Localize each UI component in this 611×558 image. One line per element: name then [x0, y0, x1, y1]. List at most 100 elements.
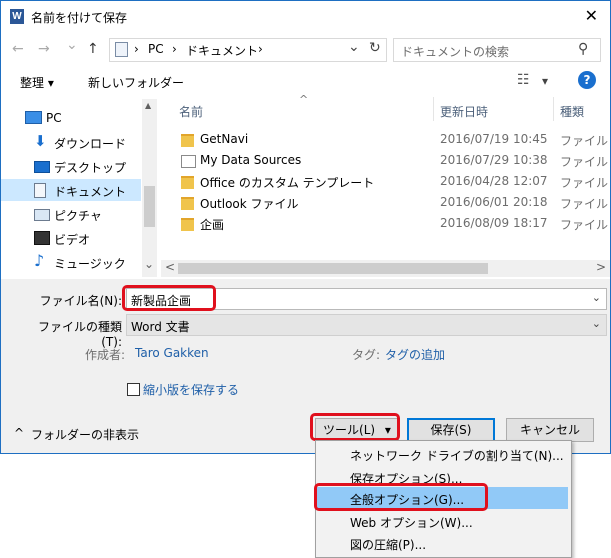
file-name: Outlook ファイル: [200, 197, 299, 211]
thumbnail-checkbox[interactable]: [127, 383, 140, 396]
new-folder-button[interactable]: 新しいフォルダー: [88, 74, 184, 91]
up-icon[interactable]: ↑: [87, 41, 99, 57]
file-type: ファイル フォ: [560, 218, 610, 232]
organize-button[interactable]: 整理 ▾: [20, 74, 54, 91]
documents-icon: [34, 183, 46, 198]
forward-icon[interactable]: →: [38, 41, 50, 57]
sidebar-item-music[interactable]: ♪ ミュージック: [1, 251, 141, 273]
sidebar-item-documents[interactable]: ドキュメント: [1, 179, 141, 201]
address-bar[interactable]: › PC › ドキュメント › ⌄ ↻: [109, 38, 387, 62]
close-icon[interactable]: ✕: [585, 6, 598, 25]
scroll-left-icon[interactable]: <: [165, 260, 175, 274]
column-divider[interactable]: [433, 97, 434, 121]
desktop-icon: [34, 161, 50, 173]
author-value[interactable]: Taro Gakken: [135, 346, 209, 360]
sidebar-item-label: ピクチャ: [54, 209, 102, 223]
breadcrumb-sep: ›: [134, 42, 139, 56]
column-header-date[interactable]: 更新日時: [440, 103, 488, 120]
tags-label: タグ:: [352, 348, 381, 362]
filetype-label: ファイルの種類(T):: [37, 320, 122, 349]
sidebar-item-desktop[interactable]: デスクトップ: [1, 155, 141, 177]
file-date: 2016/07/19 10:45: [440, 132, 548, 146]
back-icon[interactable]: ←: [12, 41, 24, 57]
search-icon[interactable]: ⚲: [578, 41, 588, 57]
address-dropdown-icon[interactable]: ⌄: [348, 39, 360, 55]
filetype-value: Word 文書: [131, 320, 190, 334]
file-name: My Data Sources: [200, 153, 302, 167]
file-date: 2016/07/29 10:38: [440, 153, 548, 167]
sidebar-scroll-thumb[interactable]: [144, 186, 155, 227]
breadcrumb-sep: ›: [258, 42, 263, 56]
search-input[interactable]: ドキュメントの検索: [401, 43, 509, 60]
pictures-icon: [34, 209, 50, 221]
chevron-down-icon[interactable]: ⌄: [592, 317, 601, 330]
general-options-highlight: [314, 483, 488, 511]
menu-item-map-network-drive[interactable]: ネットワーク ドライブの割り当て(N)...: [317, 443, 568, 465]
sidebar-item-label: ビデオ: [54, 233, 91, 247]
author-label: 作成者:: [85, 348, 126, 362]
file-type: ファイル フォ: [560, 176, 610, 190]
save-form: ファイル名(N): 新製品企画 ⌄ ファイルの種類(T): Word 文書 ⌄ …: [1, 279, 610, 453]
filename-highlight: [122, 285, 216, 311]
column-header-type[interactable]: 種類: [560, 103, 584, 120]
breadcrumb-sep: ›: [172, 42, 177, 56]
view-options-icon[interactable]: ☷: [517, 72, 530, 88]
filetype-select[interactable]: Word 文書 ⌄: [126, 314, 607, 336]
file-date: 2016/08/09 18:17: [440, 216, 548, 230]
scroll-up-icon[interactable]: ▲: [145, 101, 151, 110]
chevron-down-icon[interactable]: ⌄: [592, 291, 601, 304]
menu-item-web-options[interactable]: Web オプション(W)...: [317, 510, 568, 532]
sidebar-item-pictures[interactable]: ピクチャ: [1, 203, 141, 225]
file-row[interactable]: Office のカスタム テンプレート 2016/04/28 12:07 ファイ…: [161, 171, 610, 192]
navigation-pane: PC ⬇ ダウンロード デスクトップ ドキュメント ピクチャ ビデオ ♪ ミュー…: [1, 99, 157, 277]
file-type: ファイル フォ: [560, 155, 610, 169]
cancel-button[interactable]: キャンセル: [506, 418, 594, 442]
column-divider[interactable]: [553, 97, 554, 121]
music-icon: ♪: [34, 251, 45, 270]
hide-folders-icon[interactable]: ^: [14, 426, 24, 440]
breadcrumb-pc[interactable]: PC: [148, 42, 164, 56]
save-as-dialog: W 名前を付けて保存 ✕ ← → ⌄ ↑ › PC › ドキュメント › ⌄ ↻…: [0, 0, 611, 454]
data-source-folder-icon: [181, 155, 196, 168]
folder-icon: [181, 134, 194, 147]
help-icon[interactable]: ?: [578, 71, 596, 89]
refresh-icon[interactable]: ↻: [369, 40, 381, 56]
sidebar-item-label: PC: [46, 111, 62, 125]
sidebar-item-label: ダウンロード: [54, 137, 127, 151]
download-icon: ⬇: [34, 132, 47, 150]
file-name: Office のカスタム テンプレート: [200, 176, 375, 190]
file-list: 名前 ^ 更新日時 種類 GetNavi 2016/07/19 10:45 ファ…: [161, 93, 610, 277]
sidebar-item-pc[interactable]: PC: [1, 107, 141, 129]
file-row[interactable]: Outlook ファイル 2016/06/01 20:18 ファイル フォ: [161, 192, 610, 213]
file-type: ファイル フォ: [560, 197, 610, 211]
file-list-scroll-thumb[interactable]: [178, 263, 488, 274]
search-box[interactable]: ドキュメントの検索 ⚲: [393, 38, 601, 62]
file-name: 企画: [200, 218, 225, 232]
folder-icon: [181, 197, 194, 210]
window-title: 名前を付けて保存: [31, 11, 128, 25]
sidebar-item-label: ミュージック: [54, 257, 126, 271]
thumbnail-label[interactable]: 縮小版を保存する: [143, 381, 239, 398]
tags-value[interactable]: タグの追加: [385, 346, 445, 363]
breadcrumb-documents[interactable]: ドキュメント: [186, 42, 258, 59]
folder-icon: [181, 218, 194, 231]
file-type: ファイル フォ: [560, 134, 610, 148]
scroll-right-icon[interactable]: >: [596, 260, 606, 274]
sidebar-item-videos[interactable]: ビデオ: [1, 227, 141, 249]
recent-locations-icon[interactable]: ⌄: [66, 37, 78, 53]
sidebar-item-label: ドキュメント: [54, 185, 127, 199]
folder-icon: [181, 176, 194, 189]
word-app-icon: W: [10, 9, 24, 24]
menu-item-compress-pictures[interactable]: 図の圧縮(P)...: [317, 532, 568, 554]
hide-folders-button[interactable]: フォルダーの非表示: [31, 426, 139, 443]
column-header-name[interactable]: 名前: [179, 103, 203, 120]
view-dropdown-icon[interactable]: ▾: [542, 74, 548, 88]
file-row[interactable]: GetNavi 2016/07/19 10:45 ファイル フォ: [161, 129, 610, 150]
scroll-down-icon[interactable]: ⌄: [144, 257, 154, 271]
file-row[interactable]: 企画 2016/08/09 18:17 ファイル フォ: [161, 213, 610, 234]
file-date: 2016/04/28 12:07: [440, 174, 548, 188]
file-row[interactable]: My Data Sources 2016/07/29 10:38 ファイル フォ: [161, 150, 610, 171]
command-bar: 整理 ▾ 新しいフォルダー ☷ ▾ ?: [1, 68, 610, 96]
sidebar-item-downloads[interactable]: ⬇ ダウンロード: [1, 131, 141, 153]
pc-icon: [25, 111, 42, 124]
